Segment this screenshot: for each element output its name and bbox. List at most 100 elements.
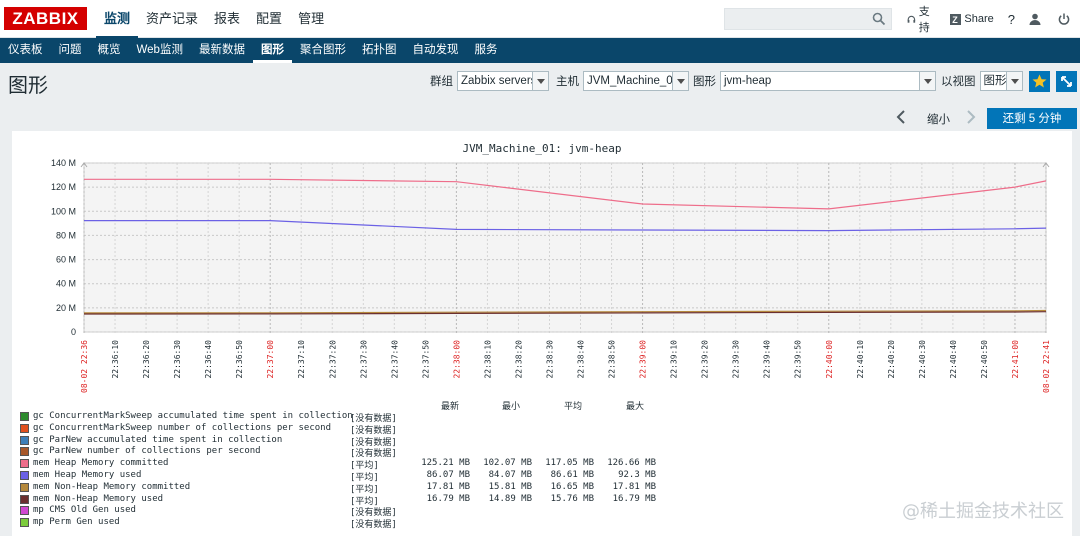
legend-swatch: [20, 447, 29, 457]
x-tick-label: 22:39:40: [763, 340, 772, 379]
legend-row: mem Heap Memory committed [平均] 125.21 MB 10…: [20, 458, 660, 471]
legend-item-name: mem Non-Heap Memory used: [33, 493, 164, 504]
user-profile-link[interactable]: [1022, 13, 1051, 25]
subnav-discovery[interactable]: 自动发现: [404, 38, 466, 63]
subnav-dashboard[interactable]: 仪表板: [0, 38, 51, 63]
legend-item-name: gc ConcurrentMarkSweep number of collect…: [33, 422, 332, 433]
x-tick-label: 22:37:40: [390, 340, 399, 379]
zoom-out-button[interactable]: 缩小: [927, 111, 950, 127]
legend-item-value: 15.76 MB: [550, 493, 594, 504]
x-tick-label: 22:38:10: [483, 340, 492, 379]
y-tick-label: 20 M: [56, 303, 76, 313]
watermark: @稀土掘金技术社区: [902, 501, 1064, 522]
chevron-down-icon[interactable]: [1005, 72, 1022, 90]
group-label: 群组: [430, 76, 453, 88]
headset-icon: [907, 15, 916, 23]
x-tick-label: 22:38:50: [608, 340, 617, 379]
zabbix-logo[interactable]: ZABBIX: [4, 7, 87, 30]
legend-row: mem Heap Memory used [平均] 86.07 MB 84.07 MB…: [20, 470, 660, 483]
x-tick-label: 22:39:30: [732, 340, 741, 379]
x-tick-label: 22:37:10: [297, 340, 306, 379]
menu-inventory[interactable]: 资产记录: [138, 0, 206, 38]
legend-item-value: 15.81 MB: [488, 481, 532, 492]
search-input[interactable]: [724, 8, 892, 30]
legend-swatch: [20, 459, 29, 469]
graph-panel: JVM_Machine_01: jvm-heap 0 20 M 40 M 60 M 80…: [12, 131, 1072, 536]
y-tick-label: 60 M: [56, 255, 76, 265]
fullscreen-button[interactable]: [1056, 71, 1077, 92]
y-tick-label: 100 M: [51, 206, 76, 216]
legend-item-value: 92.3 MB: [618, 470, 656, 480]
subnav-web[interactable]: Web监测: [129, 38, 191, 63]
chevron-right-icon[interactable]: [965, 110, 977, 124]
legend-item-value: 17.81 MB: [426, 481, 470, 492]
plot-area: [83, 162, 1047, 333]
graph-label: 图形: [693, 76, 716, 88]
legend-swatch: [20, 423, 29, 433]
legend-item-name: gc ParNew number of collections per seco…: [33, 446, 261, 457]
x-tick-label: 22:40:10: [856, 340, 865, 379]
subnav-services[interactable]: 服务: [466, 38, 505, 63]
x-tick-label: 22:39:00: [639, 340, 648, 379]
view-value: 图形: [983, 75, 1007, 87]
x-tick-label: 08-02 22:36: [80, 340, 89, 393]
subnav-screens[interactable]: 聚合图形: [292, 38, 354, 63]
logout-link[interactable]: [1051, 13, 1080, 25]
legend-item-value: 86.61 MB: [550, 470, 594, 480]
help-link[interactable]: ?: [1001, 12, 1022, 27]
star-icon: [1032, 74, 1047, 88]
support-link[interactable]: 支持: [900, 3, 943, 35]
legend-item-name: mem Heap Memory used: [33, 470, 142, 480]
x-tick-label: 22:40:30: [918, 340, 927, 379]
user-icon: [1029, 13, 1041, 25]
x-tick-label: 22:40:20: [887, 340, 896, 379]
view-select[interactable]: 图形: [979, 71, 1023, 91]
graph-select[interactable]: jvm-heap: [720, 71, 936, 91]
y-tick-label: 120 M: [51, 182, 76, 192]
legend-swatch: [20, 471, 29, 480]
x-tick-label: 22:36:30: [173, 340, 182, 379]
subnav-graphs[interactable]: 图形: [252, 38, 292, 63]
legend-item-function: [没有数据]: [350, 520, 397, 531]
x-tick-label: 22:37:20: [328, 340, 337, 379]
chevron-down-icon[interactable]: [532, 72, 548, 90]
legend-item-value: 117.05 MB: [545, 458, 594, 469]
menu-monitoring[interactable]: 监测: [96, 0, 139, 38]
legend-swatch: [20, 412, 29, 421]
legend-row: gc ConcurrentMarkSweep accumulated time …: [20, 411, 660, 424]
group-select[interactable]: Zabbix servers: [457, 71, 549, 91]
host-filter: 主机 JVM_Machine_01: [548, 71, 689, 91]
legend-row: gc ParNew accumulated time spent in coll…: [20, 434, 660, 448]
legend-swatch: [20, 494, 29, 504]
legend-item-value: 16.79 MB: [612, 493, 656, 504]
share-link[interactable]: Z Share: [943, 13, 1000, 25]
chart-canvas[interactable]: 0 20 M 40 M 60 M 80 M 100 M 120 M 140 M 08-02 22…: [12, 131, 1072, 401]
y-tick-label: 40 M: [56, 279, 76, 289]
menu-configuration[interactable]: 配置: [248, 0, 290, 38]
search-icon[interactable]: [872, 12, 886, 26]
x-tick-label: 22:41:00: [1011, 340, 1020, 379]
menu-reports[interactable]: 报表: [206, 0, 248, 38]
subnav-overview[interactable]: 概览: [90, 38, 129, 63]
x-tick-label: 22:37:30: [359, 340, 368, 379]
subnav-problems[interactable]: 问题: [51, 38, 90, 63]
legend-row: gc ConcurrentMarkSweep number of collect…: [20, 422, 660, 436]
host-select[interactable]: JVM_Machine_01: [583, 71, 689, 91]
legend-item-value: 125.21 MB: [421, 458, 470, 469]
legend-item-name: gc ParNew accumulated time spent in coll…: [33, 434, 283, 445]
host-label: 主机: [556, 76, 579, 88]
y-tick-label: 80 M: [56, 230, 76, 240]
host-value: JVM_Machine_01: [587, 75, 680, 87]
favorite-button[interactable]: [1029, 71, 1050, 92]
share-icon: Z: [950, 13, 962, 25]
chevron-left-icon[interactable]: [895, 110, 907, 124]
support-label: 支持: [918, 6, 930, 34]
x-tick-label: 22:39:50: [794, 340, 803, 379]
subnav-latest-data[interactable]: 最新数据: [191, 38, 253, 63]
x-tick-label: 22:38:00: [452, 340, 461, 379]
menu-administration[interactable]: 管理: [290, 0, 332, 38]
legend-item-value: 102.07 MB: [483, 458, 532, 469]
subnav-maps[interactable]: 拓扑图: [354, 38, 405, 63]
time-range-button[interactable]: 还剩 5 分钟: [987, 108, 1077, 129]
graph-filter: 图形 jvm-heap: [685, 71, 936, 91]
